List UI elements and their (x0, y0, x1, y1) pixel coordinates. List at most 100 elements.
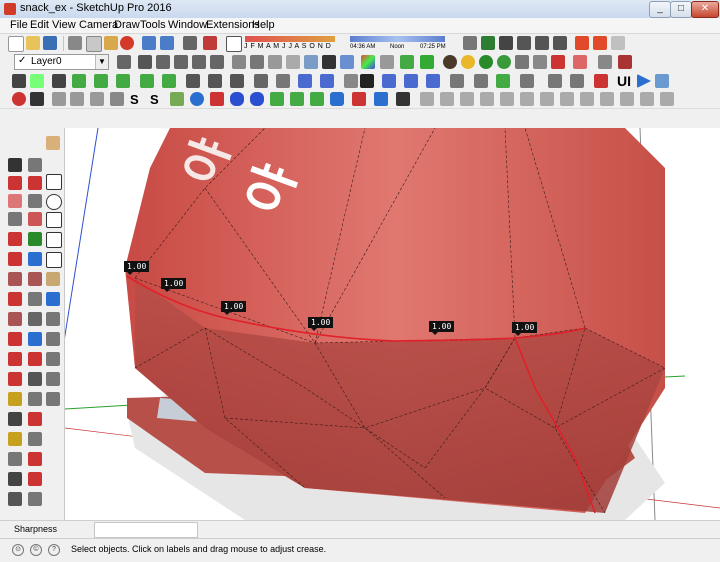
arrow-tool-icon[interactable] (28, 432, 42, 446)
distribute-icon[interactable] (94, 74, 108, 88)
plus-minus-icon[interactable] (140, 74, 154, 88)
light-bulb-icon[interactable] (461, 55, 475, 69)
offset-2-tool-icon[interactable] (28, 292, 42, 306)
layer-manager-icon[interactable] (117, 55, 131, 69)
select-tool-icon[interactable] (8, 158, 22, 172)
align-icon[interactable] (72, 74, 86, 88)
scale-icon[interactable] (276, 74, 290, 88)
polygon-tool-icon[interactable] (46, 212, 62, 228)
layout-icon[interactable] (575, 36, 589, 50)
menu-edit[interactable]: Edit (30, 19, 49, 31)
help-status-icon[interactable]: ? (48, 544, 60, 556)
credits-status-icon[interactable]: © (30, 544, 42, 556)
menu-file[interactable]: File (10, 19, 28, 31)
weight-icon[interactable] (170, 92, 184, 106)
add-detail-icon[interactable] (8, 412, 22, 426)
crease-label[interactable]: 1.00 (308, 317, 334, 331)
copy-icon[interactable] (86, 36, 102, 52)
zoom-tool-icon[interactable] (46, 312, 60, 326)
north-tool-icon[interactable] (28, 452, 42, 466)
crease-label[interactable]: 1.00 (161, 278, 187, 292)
shape-11-icon[interactable] (620, 92, 634, 106)
page-icon[interactable] (52, 92, 66, 106)
close-button[interactable]: ✕ (691, 1, 719, 18)
eraser-tool-icon[interactable] (8, 194, 22, 208)
measure-tool-icon[interactable] (8, 452, 22, 466)
page-2-icon[interactable] (70, 92, 84, 106)
drape-icon[interactable] (46, 392, 60, 406)
play-icon[interactable] (637, 74, 651, 88)
shape-3-icon[interactable] (460, 92, 474, 106)
join-icon[interactable] (298, 74, 312, 88)
shape-tool-icon[interactable] (46, 252, 62, 268)
circle-tool-icon[interactable] (46, 194, 62, 210)
split-icon[interactable] (320, 74, 334, 88)
comment-icon[interactable] (548, 74, 562, 88)
camera-back-icon[interactable] (553, 36, 567, 50)
zoom-window-icon[interactable] (8, 332, 22, 346)
freehand-tool-icon[interactable] (28, 176, 42, 190)
footprints-icon[interactable] (28, 372, 42, 386)
page-4-icon[interactable] (110, 92, 124, 106)
subdivide-s-icon[interactable]: S (130, 92, 139, 107)
monochrome-icon[interactable] (340, 55, 354, 69)
shape-10-icon[interactable] (600, 92, 614, 106)
menu-window[interactable]: Window (168, 19, 207, 31)
slider-icon[interactable] (655, 74, 669, 88)
shape-6-icon[interactable] (520, 92, 534, 106)
text-tool-icon[interactable] (46, 272, 60, 286)
up-arrow-3-icon[interactable] (310, 92, 324, 106)
materials-icon[interactable] (400, 55, 414, 69)
bottle-tool-icon[interactable] (8, 472, 22, 486)
previous-view-icon[interactable] (46, 332, 60, 346)
wireframe-icon[interactable] (268, 55, 282, 69)
checker-icon[interactable] (360, 74, 374, 88)
send-to-layout-icon[interactable] (573, 55, 587, 69)
shape-12-icon[interactable] (640, 92, 654, 106)
paint-bucket-icon[interactable] (46, 136, 60, 150)
tool-a-icon[interactable] (598, 55, 612, 69)
search-icon[interactable] (533, 55, 547, 69)
hammer-tool-icon[interactable] (8, 492, 22, 506)
box-icon[interactable] (450, 74, 464, 88)
ruler-tool-icon[interactable] (28, 492, 42, 506)
shape-7-icon[interactable] (540, 92, 554, 106)
shape-5-icon[interactable] (500, 92, 514, 106)
paste-icon[interactable] (104, 36, 118, 50)
camera-front-icon[interactable] (517, 36, 531, 50)
tool-green-icon[interactable] (30, 74, 44, 88)
minimize-button[interactable]: _ (649, 1, 671, 18)
push-pull-icon[interactable] (52, 74, 66, 88)
undo-icon[interactable] (142, 36, 156, 50)
rectangle-tool-icon[interactable] (46, 174, 62, 190)
grid-icon[interactable] (254, 74, 268, 88)
right-view-icon[interactable] (192, 55, 206, 69)
iso-view-icon[interactable] (138, 55, 152, 69)
stamp-icon[interactable] (28, 392, 42, 406)
knot-icon[interactable] (374, 92, 388, 106)
flip-edge-icon[interactable] (28, 412, 42, 426)
ui-toggle-button[interactable]: UI (617, 73, 631, 89)
weld-icon[interactable] (404, 74, 418, 88)
hidden-line-icon[interactable] (286, 55, 300, 69)
mirror-icon[interactable] (382, 74, 396, 88)
walk-tool-icon[interactable] (46, 352, 60, 366)
edge-icon[interactable] (474, 74, 488, 88)
loft-icon[interactable] (520, 74, 534, 88)
cylinder-icon[interactable] (330, 92, 344, 106)
select-arrow-icon[interactable] (12, 74, 26, 88)
section-tool-icon[interactable] (8, 372, 22, 386)
tool-b-icon[interactable] (618, 55, 632, 69)
top-view-icon[interactable] (156, 55, 170, 69)
cap-icon[interactable] (496, 74, 510, 88)
erase-icon[interactable] (120, 36, 134, 50)
vcb-input[interactable] (94, 522, 198, 538)
menu-draw[interactable]: Draw (114, 19, 140, 31)
crease-label[interactable]: 1.00 (429, 321, 455, 335)
scale-tool-icon[interactable] (8, 292, 22, 306)
sketchup-extension-icon[interactable] (481, 36, 495, 50)
up-arrow-icon[interactable] (270, 92, 284, 106)
follow-me-icon[interactable] (28, 232, 42, 246)
arc-tool-icon[interactable] (8, 232, 22, 246)
page-3-icon[interactable] (90, 92, 104, 106)
